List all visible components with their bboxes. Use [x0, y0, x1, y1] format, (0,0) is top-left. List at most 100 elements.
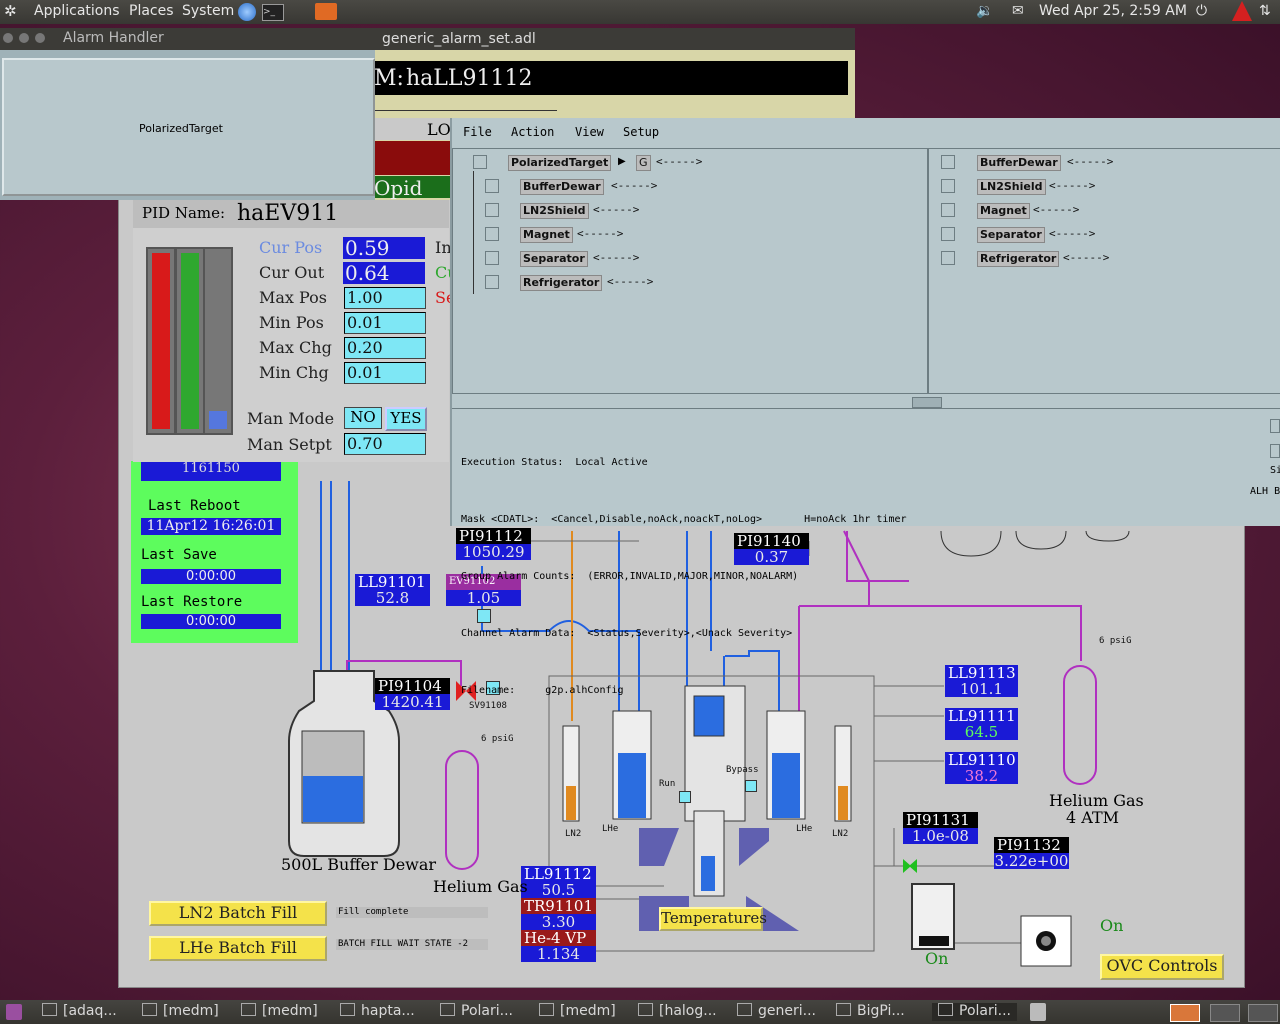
- task-bigpi[interactable]: BigPi...: [836, 1003, 905, 1021]
- run-control-icon[interactable]: [679, 791, 691, 803]
- tree-item-ln2shield[interactable]: LN2Shield: [520, 203, 589, 219]
- task-medm-3[interactable]: [medm]: [539, 1003, 616, 1021]
- workspace-switcher-icon[interactable]: [1170, 1004, 1200, 1022]
- minimize-icon[interactable]: [19, 33, 29, 43]
- edge-checkbox-1[interactable]: [1270, 419, 1280, 433]
- run-label: Run: [659, 779, 676, 789]
- clock[interactable]: Wed Apr 25, 2:59 AM: [1039, 3, 1187, 19]
- opid-partial-label: Opid: [374, 176, 423, 200]
- edge-checkbox-2[interactable]: [1270, 444, 1280, 458]
- tree-checkbox-separator[interactable]: [485, 251, 499, 265]
- menu-system[interactable]: System: [182, 3, 234, 19]
- tag-he4-vp: He-4 VP: [521, 930, 596, 946]
- list-item-refrigerator[interactable]: Refrigerator: [977, 251, 1060, 267]
- task-medm-1[interactable]: [medm]: [142, 1003, 219, 1021]
- cur-pos-bar: [146, 247, 176, 435]
- channel-alarm-data: Channel Alarm Data: <Status,Severity>,<U…: [461, 628, 793, 639]
- alh-list-pane: BufferDewar <-----> LN2Shield <-----> Ma…: [928, 148, 1280, 394]
- tree-item-refrigerator[interactable]: Refrigerator: [520, 275, 603, 291]
- list-checkbox-separator[interactable]: [941, 227, 955, 241]
- task-generi[interactable]: generi...: [737, 1003, 816, 1021]
- tree-checkbox-magnet[interactable]: [485, 227, 499, 241]
- tree-checkbox-ln2shield[interactable]: [485, 203, 499, 217]
- list-item-separator[interactable]: Separator: [977, 227, 1045, 243]
- window-icon: [340, 1003, 355, 1016]
- menu-file[interactable]: File: [463, 125, 492, 139]
- tree-item-polarizedtarget[interactable]: PolarizedTarget: [508, 155, 612, 171]
- list-checkbox-magnet[interactable]: [941, 203, 955, 217]
- task-polari-2[interactable]: Polari...: [932, 1003, 1017, 1021]
- man-mode-label: Man Mode: [247, 409, 335, 428]
- max-chg-input[interactable]: 0.20: [344, 337, 426, 359]
- lhe-left-label: LHe: [602, 824, 619, 834]
- mail-icon[interactable]: ✉: [1012, 3, 1024, 19]
- list-status-ln2shield: <----->: [1049, 179, 1096, 192]
- polarized-target-group-button[interactable]: PolarizedTarget: [2, 58, 375, 196]
- volume-icon[interactable]: 🔉: [976, 3, 993, 19]
- window-icon: [440, 1003, 455, 1016]
- ln2-batch-fill-button[interactable]: LN2 Batch Fill: [149, 901, 327, 926]
- min-chg-input[interactable]: 0.01: [344, 362, 426, 384]
- terminal-icon[interactable]: >_: [262, 4, 284, 21]
- pid-name-value: haEV911: [237, 201, 339, 226]
- close-icon[interactable]: [3, 33, 13, 43]
- tree-item-separator[interactable]: Separator: [520, 251, 588, 267]
- man-setpt-input[interactable]: 0.70: [344, 433, 426, 455]
- lhe-batch-fill-button[interactable]: LHe Batch Fill: [149, 936, 327, 961]
- task-label: [medm]: [262, 1003, 318, 1019]
- show-desktop-icon[interactable]: [6, 1004, 22, 1020]
- tree-item-magnet[interactable]: Magnet: [520, 227, 573, 243]
- list-item-ln2shield[interactable]: LN2Shield: [977, 179, 1046, 195]
- menu-applications[interactable]: Applications: [34, 3, 120, 19]
- list-item-bufferdewar[interactable]: BufferDewar: [977, 155, 1061, 171]
- tree-checkbox-refrigerator[interactable]: [485, 275, 499, 289]
- files-icon[interactable]: [315, 3, 337, 20]
- tree-status-refrigerator: <----->: [607, 275, 654, 288]
- alarm-handler-small-window: Alarm Handler PolarizedTarget: [0, 28, 375, 200]
- value-pi91131: 1.0e-08: [903, 828, 978, 844]
- ubuntu-logo-icon[interactable]: ✲: [4, 2, 17, 20]
- task-adaq[interactable]: [adaq...: [42, 1003, 117, 1021]
- menu-setup[interactable]: Setup: [623, 125, 659, 139]
- man-mode-no-button[interactable]: NO: [344, 407, 382, 429]
- expand-arrow-icon[interactable]: ▶: [618, 156, 626, 167]
- trash-icon[interactable]: [1030, 1003, 1046, 1021]
- workspace-2-icon[interactable]: [1210, 1004, 1240, 1022]
- tree-item-bufferdewar[interactable]: BufferDewar: [520, 179, 604, 195]
- bypass-control-icon[interactable]: [745, 780, 757, 792]
- menu-action[interactable]: Action: [511, 125, 554, 139]
- man-mode-yes-button[interactable]: YES: [385, 407, 427, 431]
- tree-checkbox-bufferdewar[interactable]: [485, 179, 499, 193]
- tree-checkbox-polarizedtarget[interactable]: [473, 155, 487, 169]
- task-halog[interactable]: [halog...: [638, 1003, 717, 1021]
- pane-sash-handle[interactable]: [912, 397, 942, 408]
- min-pos-input[interactable]: 0.01: [344, 312, 426, 334]
- value-pi91132: 3.22e+00: [994, 852, 1069, 870]
- ln2-fill-status: Fill complete: [336, 907, 488, 918]
- task-hapta[interactable]: hapta...: [340, 1003, 415, 1021]
- list-checkbox-ln2shield[interactable]: [941, 179, 955, 193]
- browser-icon[interactable]: [238, 3, 256, 21]
- maximize-icon[interactable]: [35, 33, 45, 43]
- list-item-magnet[interactable]: Magnet: [977, 203, 1030, 219]
- warning-icon[interactable]: [1232, 1, 1252, 21]
- list-checkbox-bufferdewar[interactable]: [941, 155, 955, 169]
- tag-pi91131: PI91131: [903, 812, 978, 828]
- helium-gas-label: Helium Gas: [433, 877, 528, 896]
- task-polari-1[interactable]: Polari...: [440, 1003, 513, 1021]
- min-chg-label: Min Chg: [259, 363, 329, 382]
- menu-view[interactable]: View: [575, 125, 604, 139]
- menu-places[interactable]: Places: [129, 3, 174, 19]
- power-icon[interactable]: ⏻: [1196, 3, 1207, 19]
- guidance-button[interactable]: G: [636, 155, 651, 171]
- channel-prefix: M:: [374, 66, 404, 91]
- ovc-controls-button[interactable]: OVC Controls: [1100, 954, 1224, 980]
- max-pos-input[interactable]: 1.00: [344, 287, 426, 309]
- workspace-3-icon[interactable]: [1248, 1004, 1278, 1022]
- on-label-2: On: [925, 949, 949, 968]
- group-label: PolarizedTarget: [139, 122, 223, 135]
- list-checkbox-refrigerator[interactable]: [941, 251, 955, 265]
- network-icon[interactable]: ⇅: [1259, 3, 1271, 19]
- temperatures-button[interactable]: Temperatures: [659, 907, 767, 931]
- task-medm-2[interactable]: [medm]: [241, 1003, 318, 1021]
